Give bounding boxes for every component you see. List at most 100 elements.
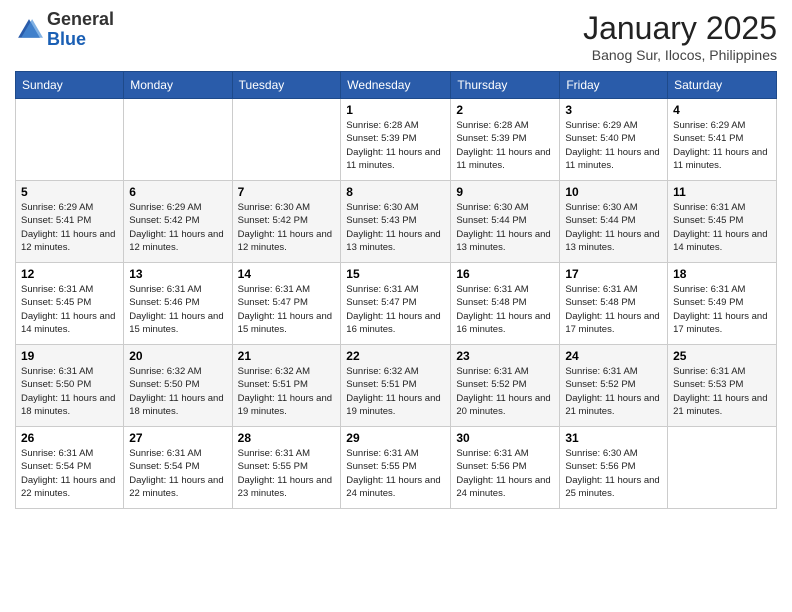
calendar-cell: 13 Sunrise: 6:31 AM Sunset: 5:46 PM Dayli… xyxy=(124,263,232,345)
location: Banog Sur, Ilocos, Philippines xyxy=(583,47,777,63)
cell-info: Sunrise: 6:28 AM Sunset: 5:39 PM Dayligh… xyxy=(456,119,554,172)
week-row-1: 5Sunrise: 6:29 AM Sunset: 5:41 PM Daylig… xyxy=(16,181,777,263)
cell-day-number: 29 xyxy=(346,431,445,445)
cell-day-number: 28 xyxy=(238,431,336,445)
calendar-cell: 8 Sunrise: 6:30 AM Sunset: 5:43 PM Daylig… xyxy=(341,181,451,263)
cell-info: Sunrise: 6:31 AM Sunset: 5:52 PM Dayligh… xyxy=(565,365,662,418)
calendar-cell xyxy=(232,99,341,181)
cell-day-number: 3 xyxy=(565,103,662,117)
calendar-cell: 28 Sunrise: 6:31 AM Sunset: 5:55 PM Dayli… xyxy=(232,427,341,509)
cell-day-number: 6 xyxy=(129,185,226,199)
logo-icon xyxy=(15,16,43,44)
cell-day-number: 17 xyxy=(565,267,662,281)
cell-day-number: 11 xyxy=(673,185,771,199)
cell-day-number: 9 xyxy=(456,185,554,199)
cell-info: Sunrise: 6:28 AM Sunset: 5:39 PM Dayligh… xyxy=(346,119,445,172)
cell-info: Sunrise: 6:31 AM Sunset: 5:48 PM Dayligh… xyxy=(456,283,554,336)
cell-info: Sunrise: 6:30 AM Sunset: 5:42 PM Dayligh… xyxy=(238,201,336,254)
calendar-cell: 12Sunrise: 6:31 AM Sunset: 5:45 PM Dayli… xyxy=(16,263,124,345)
calendar-cell: 15 Sunrise: 6:31 AM Sunset: 5:47 PM Dayli… xyxy=(341,263,451,345)
cell-info: Sunrise: 6:31 AM Sunset: 5:52 PM Dayligh… xyxy=(456,365,554,418)
week-row-3: 19Sunrise: 6:31 AM Sunset: 5:50 PM Dayli… xyxy=(16,345,777,427)
calendar-cell: 24 Sunrise: 6:31 AM Sunset: 5:52 PM Dayli… xyxy=(560,345,668,427)
cell-day-number: 27 xyxy=(129,431,226,445)
col-header-friday: Friday xyxy=(560,72,668,99)
cell-day-number: 21 xyxy=(238,349,336,363)
cell-day-number: 7 xyxy=(238,185,336,199)
cell-info: Sunrise: 6:31 AM Sunset: 5:47 PM Dayligh… xyxy=(346,283,445,336)
cell-info: Sunrise: 6:31 AM Sunset: 5:49 PM Dayligh… xyxy=(673,283,771,336)
week-row-2: 12Sunrise: 6:31 AM Sunset: 5:45 PM Dayli… xyxy=(16,263,777,345)
calendar-cell: 17 Sunrise: 6:31 AM Sunset: 5:48 PM Dayli… xyxy=(560,263,668,345)
cell-info: Sunrise: 6:31 AM Sunset: 5:56 PM Dayligh… xyxy=(456,447,554,500)
cell-day-number: 22 xyxy=(346,349,445,363)
calendar-cell: 21Sunrise: 6:32 AM Sunset: 5:51 PM Dayli… xyxy=(232,345,341,427)
cell-info: Sunrise: 6:29 AM Sunset: 5:40 PM Dayligh… xyxy=(565,119,662,172)
logo-text: General Blue xyxy=(47,10,114,50)
cell-day-number: 26 xyxy=(21,431,118,445)
calendar-cell xyxy=(16,99,124,181)
cell-info: Sunrise: 6:31 AM Sunset: 5:53 PM Dayligh… xyxy=(673,365,771,418)
header: General Blue January 2025 Banog Sur, Ilo… xyxy=(15,10,777,63)
calendar-cell: 31 Sunrise: 6:30 AM Sunset: 5:56 PM Dayli… xyxy=(560,427,668,509)
cell-info: Sunrise: 6:31 AM Sunset: 5:45 PM Dayligh… xyxy=(673,201,771,254)
cell-day-number: 15 xyxy=(346,267,445,281)
title-block: January 2025 Banog Sur, Ilocos, Philippi… xyxy=(583,10,777,63)
week-row-4: 26 Sunrise: 6:31 AM Sunset: 5:54 PM Dayli… xyxy=(16,427,777,509)
page: General Blue January 2025 Banog Sur, Ilo… xyxy=(0,0,792,612)
cell-day-number: 25 xyxy=(673,349,771,363)
calendar-cell: 25 Sunrise: 6:31 AM Sunset: 5:53 PM Dayli… xyxy=(668,345,777,427)
cell-day-number: 8 xyxy=(346,185,445,199)
col-header-saturday: Saturday xyxy=(668,72,777,99)
calendar-cell: 4 Sunrise: 6:29 AM Sunset: 5:41 PM Daylig… xyxy=(668,99,777,181)
calendar-cell: 20Sunrise: 6:32 AM Sunset: 5:50 PM Dayli… xyxy=(124,345,232,427)
calendar-cell: 30 Sunrise: 6:31 AM Sunset: 5:56 PM Dayli… xyxy=(451,427,560,509)
calendar-cell: 16Sunrise: 6:31 AM Sunset: 5:48 PM Dayli… xyxy=(451,263,560,345)
cell-info: Sunrise: 6:30 AM Sunset: 5:43 PM Dayligh… xyxy=(346,201,445,254)
col-header-tuesday: Tuesday xyxy=(232,72,341,99)
cell-info: Sunrise: 6:29 AM Sunset: 5:42 PM Dayligh… xyxy=(129,201,226,254)
cell-day-number: 10 xyxy=(565,185,662,199)
calendar-cell: 27Sunrise: 6:31 AM Sunset: 5:54 PM Dayli… xyxy=(124,427,232,509)
cell-info: Sunrise: 6:31 AM Sunset: 5:48 PM Dayligh… xyxy=(565,283,662,336)
calendar-cell: 10Sunrise: 6:30 AM Sunset: 5:44 PM Dayli… xyxy=(560,181,668,263)
cell-day-number: 18 xyxy=(673,267,771,281)
calendar-cell: 9Sunrise: 6:30 AM Sunset: 5:44 PM Daylig… xyxy=(451,181,560,263)
cell-info: Sunrise: 6:31 AM Sunset: 5:54 PM Dayligh… xyxy=(21,447,118,500)
calendar-cell: 23 Sunrise: 6:31 AM Sunset: 5:52 PM Dayli… xyxy=(451,345,560,427)
calendar-cell: 11 Sunrise: 6:31 AM Sunset: 5:45 PM Dayli… xyxy=(668,181,777,263)
cell-day-number: 23 xyxy=(456,349,554,363)
cell-day-number: 30 xyxy=(456,431,554,445)
col-header-thursday: Thursday xyxy=(451,72,560,99)
cell-info: Sunrise: 6:30 AM Sunset: 5:56 PM Dayligh… xyxy=(565,447,662,500)
cell-info: Sunrise: 6:31 AM Sunset: 5:55 PM Dayligh… xyxy=(238,447,336,500)
cell-info: Sunrise: 6:31 AM Sunset: 5:50 PM Dayligh… xyxy=(21,365,118,418)
cell-info: Sunrise: 6:31 AM Sunset: 5:55 PM Dayligh… xyxy=(346,447,445,500)
calendar-cell: 29 Sunrise: 6:31 AM Sunset: 5:55 PM Dayli… xyxy=(341,427,451,509)
cell-info: Sunrise: 6:31 AM Sunset: 5:46 PM Dayligh… xyxy=(129,283,226,336)
cell-info: Sunrise: 6:31 AM Sunset: 5:45 PM Dayligh… xyxy=(21,283,118,336)
cell-info: Sunrise: 6:32 AM Sunset: 5:51 PM Dayligh… xyxy=(346,365,445,418)
cell-day-number: 1 xyxy=(346,103,445,117)
month-title: January 2025 xyxy=(583,10,777,47)
cell-info: Sunrise: 6:29 AM Sunset: 5:41 PM Dayligh… xyxy=(673,119,771,172)
cell-day-number: 13 xyxy=(129,267,226,281)
cell-info: Sunrise: 6:31 AM Sunset: 5:47 PM Dayligh… xyxy=(238,283,336,336)
logo: General Blue xyxy=(15,10,114,50)
calendar-cell: 7 Sunrise: 6:30 AM Sunset: 5:42 PM Daylig… xyxy=(232,181,341,263)
week-row-0: 1 Sunrise: 6:28 AM Sunset: 5:39 PM Daylig… xyxy=(16,99,777,181)
cell-day-number: 31 xyxy=(565,431,662,445)
cell-day-number: 24 xyxy=(565,349,662,363)
col-header-sunday: Sunday xyxy=(16,72,124,99)
cell-day-number: 14 xyxy=(238,267,336,281)
calendar-cell: 19Sunrise: 6:31 AM Sunset: 5:50 PM Dayli… xyxy=(16,345,124,427)
cell-day-number: 4 xyxy=(673,103,771,117)
calendar: SundayMondayTuesdayWednesdayThursdayFrid… xyxy=(15,71,777,509)
calendar-cell: 18 Sunrise: 6:31 AM Sunset: 5:49 PM Dayli… xyxy=(668,263,777,345)
calendar-cell xyxy=(668,427,777,509)
col-header-wednesday: Wednesday xyxy=(341,72,451,99)
calendar-cell: 26 Sunrise: 6:31 AM Sunset: 5:54 PM Dayli… xyxy=(16,427,124,509)
col-header-monday: Monday xyxy=(124,72,232,99)
cell-info: Sunrise: 6:29 AM Sunset: 5:41 PM Dayligh… xyxy=(21,201,118,254)
calendar-cell: 5Sunrise: 6:29 AM Sunset: 5:41 PM Daylig… xyxy=(16,181,124,263)
